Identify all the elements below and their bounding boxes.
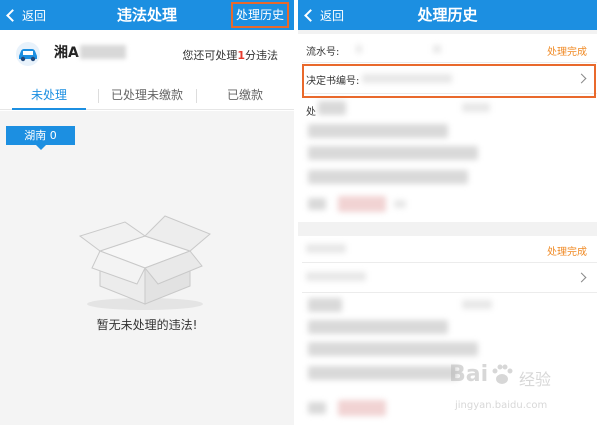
region-badge[interactable]: 湖南 0 — [6, 126, 75, 150]
remaining-points: 您还可处理1分违法 — [182, 47, 278, 63]
tab-processed-unpaid[interactable]: 已处理未缴款 — [98, 82, 196, 109]
redacted-text — [356, 45, 362, 53]
redacted-text — [433, 45, 441, 53]
history-header: 返回 处理历史 — [298, 0, 597, 30]
serial-label: 流水号: — [306, 47, 340, 58]
divider — [302, 262, 597, 263]
redacted-text — [308, 298, 342, 312]
vehicle-row: 湘A 您还可处理1分违法 — [0, 30, 294, 78]
redacted-text — [308, 320, 448, 334]
remaining-count: 1 — [237, 49, 245, 62]
decision-number-highlight — [302, 64, 596, 98]
violation-panel: 返回 违法处理 处理历史 湘A 您还可处理1分违法 未处理 已处理未缴款 已缴款… — [0, 0, 294, 425]
redacted-text — [308, 366, 458, 380]
status-tabs: 未处理 已处理未缴款 已缴款 — [0, 82, 294, 110]
status-badge: 处理完成 — [547, 47, 587, 58]
tab-unprocessed[interactable]: 未处理 — [0, 82, 98, 110]
redacted-text — [308, 342, 478, 356]
empty-box-icon — [78, 215, 211, 310]
watermark-suffix: 经验 — [519, 370, 552, 389]
empty-message: 暂无未处理的违法! — [96, 318, 198, 332]
redacted-text — [394, 200, 406, 208]
history-panel: 返回 处理历史 流水号: 处理完成 决定书编号: 处 处理完成 Bai 经验 j… — [298, 0, 597, 425]
status-badge: 处理完成 — [547, 247, 587, 258]
redacted-text — [306, 244, 346, 253]
remaining-text-before: 您还可处理 — [182, 49, 238, 62]
redacted-text — [308, 124, 448, 138]
redacted-amount — [338, 400, 386, 416]
violation-header: 返回 违法处理 处理历史 — [0, 0, 294, 30]
tab-divider — [196, 89, 197, 103]
redacted-text — [462, 300, 492, 309]
redacted-text — [308, 146, 478, 160]
redacted-text — [306, 272, 366, 281]
history-record[interactable]: 流水号: 处理完成 决定书编号: 处 — [298, 34, 597, 222]
remaining-text-after: 分违法 — [245, 49, 278, 62]
tab-paid[interactable]: 已缴款 — [196, 82, 294, 109]
history-button[interactable]: 处理历史 — [230, 2, 289, 28]
process-label: 处 — [306, 107, 316, 118]
redacted-amount — [338, 196, 386, 212]
watermark-logo: Bai — [449, 362, 489, 387]
baidu-watermark: Bai 经验 jingyan.baidu.com — [449, 362, 579, 422]
paw-icon — [492, 364, 513, 384]
redacted-text — [308, 170, 468, 184]
divider — [302, 292, 597, 293]
violation-list: 湖南 0 暂无未处理的违法! — [0, 111, 294, 425]
license-plate: 湘A — [54, 45, 79, 61]
redacted-text — [318, 101, 346, 115]
plate-redacted — [80, 45, 126, 59]
chevron-right-icon[interactable] — [576, 272, 587, 283]
divider — [302, 62, 597, 63]
car-icon — [16, 42, 40, 66]
page-title: 处理历史 — [417, 6, 478, 24]
tab-divider — [98, 89, 99, 103]
redacted-text — [308, 402, 326, 414]
watermark-url: jingyan.baidu.com — [455, 400, 548, 411]
redacted-text — [462, 103, 490, 112]
redacted-text — [308, 198, 326, 210]
